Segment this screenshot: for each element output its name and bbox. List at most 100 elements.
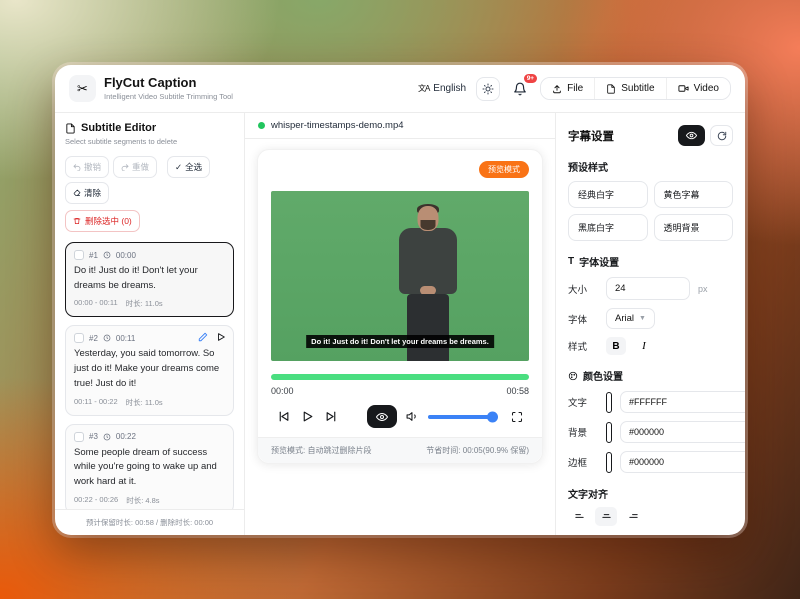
text-color-input[interactable] bbox=[620, 391, 745, 413]
subtitle-editor-hint: Select subtitle segments to delete bbox=[65, 137, 234, 146]
preview-mode-badge: 预览模式 bbox=[479, 161, 529, 178]
notifications-button[interactable]: 9+ bbox=[510, 79, 530, 99]
background-color-label: 背景 bbox=[568, 425, 598, 439]
italic-button[interactable]: I bbox=[634, 337, 654, 355]
play-button[interactable] bbox=[295, 406, 319, 428]
background-color-input[interactable] bbox=[620, 421, 745, 443]
desktop-background: ✂ FlyCut Caption Intelligent Video Subti… bbox=[0, 0, 800, 599]
align-center-icon bbox=[601, 511, 612, 522]
upload-icon bbox=[552, 84, 562, 94]
subtitle-segment-card[interactable]: #3 00:22 Some people dream of success wh… bbox=[65, 424, 234, 509]
settings-title: 字幕设置 bbox=[568, 128, 614, 144]
video-button[interactable]: Video bbox=[666, 78, 730, 99]
redo-button[interactable]: 重做 bbox=[113, 156, 157, 178]
volume-icon[interactable] bbox=[406, 410, 419, 423]
subtitle-button[interactable]: Subtitle bbox=[594, 78, 665, 99]
segment-duration: 时长: 11.0s bbox=[126, 298, 163, 309]
subtitle-segment-card[interactable]: #2 00:11 Yesterday, you said tomorrow. S… bbox=[65, 325, 234, 415]
bold-button[interactable]: B bbox=[606, 337, 626, 355]
undo-button[interactable]: 撤销 bbox=[65, 156, 109, 178]
export-button-group: File Subtitle Video bbox=[540, 77, 731, 100]
border-color-swatch[interactable] bbox=[606, 452, 612, 473]
font-label: 字体 bbox=[568, 312, 598, 326]
bell-icon bbox=[513, 82, 527, 96]
volume-slider[interactable] bbox=[428, 415, 496, 419]
progress-bar[interactable] bbox=[271, 374, 529, 380]
skip-previous-button[interactable] bbox=[271, 406, 295, 428]
app-subtitle: Intelligent Video Subtitle Trimming Tool bbox=[104, 92, 233, 101]
preset-classic-white[interactable]: 经典白字 bbox=[568, 181, 648, 208]
segment-checkbox[interactable] bbox=[74, 432, 84, 442]
text-color-label: 文字 bbox=[568, 395, 598, 409]
reset-settings-button[interactable] bbox=[710, 125, 733, 146]
align-left-button[interactable] bbox=[568, 507, 590, 526]
fullscreen-button[interactable] bbox=[505, 406, 529, 428]
duration-summary: 预计保留时长: 00:58 / 删除时长: 00:00 bbox=[55, 509, 244, 535]
status-dot-icon bbox=[258, 122, 265, 129]
segment-duration: 时长: 4.8s bbox=[126, 495, 159, 506]
segment-text: Yesterday, you said tomorrow. So just do… bbox=[74, 347, 225, 391]
preview-toggle-button[interactable] bbox=[367, 405, 397, 428]
app-title-block: FlyCut Caption Intelligent Video Subtitl… bbox=[104, 76, 233, 101]
font-family-value: Arial bbox=[615, 313, 634, 324]
background-color-swatch[interactable] bbox=[606, 422, 612, 443]
preset-yellow-subtitle[interactable]: 黄色字幕 bbox=[654, 181, 734, 208]
notification-badge: 9+ bbox=[524, 74, 537, 83]
undo-label: 撤销 bbox=[84, 161, 101, 173]
edit-pencil-icon[interactable] bbox=[198, 332, 208, 342]
theme-toggle-button[interactable] bbox=[476, 77, 500, 101]
align-center-button[interactable] bbox=[595, 507, 617, 526]
language-selector[interactable]: 文A English bbox=[418, 83, 466, 94]
select-all-button[interactable]: ✓ 全选 bbox=[167, 156, 210, 178]
eraser-icon bbox=[73, 189, 81, 197]
preset-white-on-black[interactable]: 黑底白字 bbox=[568, 214, 648, 241]
palette-icon bbox=[568, 371, 578, 381]
volume-slider-thumb[interactable] bbox=[487, 411, 498, 422]
size-unit: px bbox=[698, 284, 708, 294]
file-button[interactable]: File bbox=[541, 78, 594, 99]
delete-selected-button[interactable]: 删除选中 (0) bbox=[65, 210, 140, 232]
segment-start: 00:00 bbox=[116, 251, 136, 260]
player-status-bar: 预览模式: 自动跳过删除片段 节省时间: 00:05(90.9% 保留) bbox=[258, 437, 542, 463]
align-left-icon bbox=[574, 511, 585, 522]
text-color-swatch[interactable] bbox=[606, 392, 612, 413]
align-right-button[interactable] bbox=[622, 507, 644, 526]
font-family-select[interactable]: Arial ▼ bbox=[606, 308, 655, 329]
segment-duration: 时长: 11.0s bbox=[126, 397, 163, 408]
scissors-icon: ✂ bbox=[77, 81, 88, 97]
redo-icon bbox=[121, 163, 129, 171]
preset-section-label: 预设样式 bbox=[568, 159, 733, 174]
segment-start: 00:11 bbox=[116, 334, 135, 343]
trash-icon bbox=[73, 217, 81, 225]
time-saved-status: 节省时间: 00:05(90.9% 保留) bbox=[426, 445, 529, 456]
video-frame[interactable]: Do it! Just do it! Don't let your dreams… bbox=[271, 191, 529, 361]
segment-checkbox[interactable] bbox=[74, 250, 84, 260]
total-time: 00:58 bbox=[506, 386, 529, 396]
segment-checkbox[interactable] bbox=[74, 333, 84, 343]
align-section-label: 文字对齐 bbox=[568, 486, 733, 501]
clock-icon bbox=[103, 251, 111, 259]
segment-range: 00:11 - 00:22 bbox=[74, 397, 118, 408]
color-section-label: 颜色设置 bbox=[583, 368, 623, 383]
skip-next-button[interactable] bbox=[319, 406, 343, 428]
subtitle-overlay: Do it! Just do it! Don't let your dreams… bbox=[306, 335, 494, 348]
size-label: 大小 bbox=[568, 282, 598, 296]
segment-text: Some people dream of success while you'r… bbox=[74, 446, 225, 490]
video-player-card: 预览模式 D bbox=[257, 149, 543, 464]
document-icon bbox=[606, 84, 616, 94]
font-size-input[interactable] bbox=[606, 277, 690, 300]
play-segment-icon[interactable] bbox=[216, 332, 226, 342]
subtitle-visibility-button[interactable] bbox=[678, 125, 705, 146]
video-preview-area: whisper-timestamps-demo.mp4 预览模式 bbox=[245, 113, 555, 535]
clock-icon bbox=[103, 334, 111, 342]
preset-transparent-bg[interactable]: 透明背景 bbox=[654, 214, 734, 241]
language-icon: 文A bbox=[418, 83, 429, 94]
subtitle-segment-card[interactable]: #1 00:00 Do it! Just do it! Don't let yo… bbox=[65, 242, 234, 317]
check-icon: ✓ bbox=[175, 162, 182, 173]
chevron-down-icon: ▼ bbox=[639, 315, 646, 322]
clear-button[interactable]: 清除 bbox=[65, 182, 109, 204]
border-color-input[interactable] bbox=[620, 451, 745, 473]
segment-range: 00:22 - 00:26 bbox=[74, 495, 118, 506]
reset-icon bbox=[717, 131, 727, 141]
subtitle-settings-panel: 字幕设置 预设样式 bbox=[555, 113, 745, 535]
